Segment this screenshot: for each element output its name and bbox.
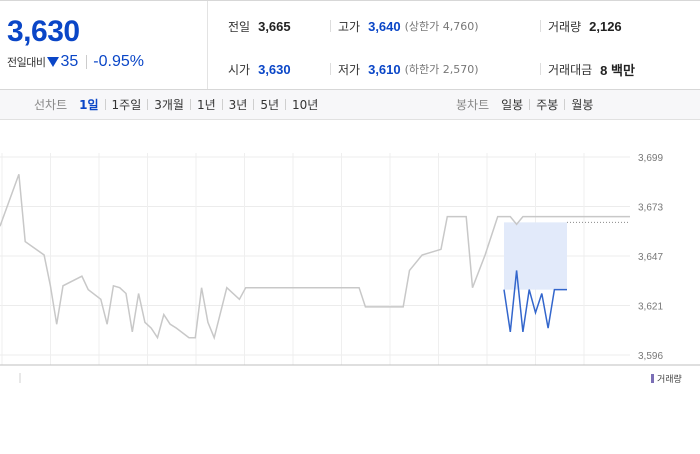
y-tick-label: 3,699 (638, 153, 663, 164)
y-tick-label: 3,673 (638, 203, 663, 214)
low-label: 저가 (338, 62, 361, 77)
high-price: 고가 3,640 (상한가 4,760) (338, 16, 479, 36)
tab-1w[interactable]: 1주일 (112, 96, 142, 113)
divider (540, 20, 541, 32)
divider (147, 99, 149, 110)
change-value: 35 (60, 53, 79, 70)
prev-close-label: 전일 (228, 19, 251, 34)
amount-label: 거래대금 (548, 62, 593, 77)
tab-monthly[interactable]: 월봉 (571, 96, 593, 113)
volume-value: 2,126 (589, 18, 622, 34)
divider (540, 63, 541, 75)
high-label: 고가 (338, 19, 361, 34)
divider (330, 63, 331, 75)
open-price: 시가 3,630 (228, 59, 291, 79)
divider (221, 99, 223, 110)
chart-tab-bar: 선차트 1일 1주일 3개월 1년 3년 5년 10년 봉차트 일봉 주봉 월봉 (0, 90, 700, 120)
tab-5y[interactable]: 5년 (260, 96, 279, 113)
tab-3y[interactable]: 3년 (229, 96, 248, 113)
tab-1d[interactable]: 1일 (79, 96, 98, 113)
divider (189, 99, 191, 110)
prev-close-value: 3,665 (258, 18, 291, 34)
low-value: 3,610 (368, 61, 401, 77)
change-label: 전일대비 (7, 56, 46, 69)
tab-daily[interactable]: 일봉 (501, 96, 523, 113)
current-price: 3,630 (7, 15, 80, 48)
trade-amount: 거래대금 8 백만 (548, 59, 635, 79)
volume-label: 거래량 (548, 19, 582, 34)
divider (564, 99, 566, 110)
candle-chart-title: 봉차트 (456, 98, 490, 112)
divider (330, 20, 331, 32)
line-chart-tabs: 선차트 1일 1주일 3개월 1년 3년 5년 10년 (34, 90, 318, 119)
candle-chart-tabs: 봉차트 일봉 주봉 월봉 (456, 90, 593, 119)
y-tick-label: 3,647 (638, 252, 663, 263)
change-row: 전일대비 35 -0.95% (7, 53, 144, 71)
divider (285, 99, 287, 110)
divider (253, 99, 255, 110)
high-value: 3,640 (368, 18, 401, 34)
y-tick-label: 3,596 (638, 351, 663, 362)
volume: 거래량 2,126 (548, 16, 622, 36)
highlight-area (504, 222, 567, 290)
down-triangle-icon (47, 57, 60, 67)
divider (104, 99, 106, 110)
tab-10y[interactable]: 10년 (292, 96, 318, 113)
volume-legend-icon (651, 374, 654, 383)
quote-panel: 3,630 전일대비 35 -0.95% 전일 3,665 고가 3,640 (… (0, 0, 700, 90)
tab-weekly[interactable]: 주봉 (536, 96, 558, 113)
amount-value: 8 백만 (600, 62, 635, 78)
divider (86, 55, 88, 69)
low-price: 저가 3,610 (하한가 2,570) (338, 59, 479, 79)
price-box: 3,630 전일대비 35 -0.95% (0, 1, 208, 89)
divider (529, 99, 531, 110)
lower-limit: (하한가 2,570) (404, 63, 479, 76)
prev-close: 전일 3,665 (228, 16, 291, 36)
price-chart-svg: 3,699 3,673 3,647 3,621 3,596 거래량 (0, 153, 700, 384)
tab-3m[interactable]: 3개월 (154, 96, 184, 113)
y-tick-label: 3,621 (638, 302, 663, 313)
open-value: 3,630 (258, 61, 291, 77)
upper-limit: (상한가 4,760) (404, 20, 479, 33)
price-chart: 3,699 3,673 3,647 3,621 3,596 거래량 (0, 121, 700, 450)
open-label: 시가 (228, 62, 251, 77)
line-chart-title: 선차트 (34, 98, 68, 112)
tab-1y[interactable]: 1년 (197, 96, 216, 113)
change-rate: -0.95% (93, 53, 144, 70)
volume-legend-label: 거래량 (657, 373, 682, 384)
